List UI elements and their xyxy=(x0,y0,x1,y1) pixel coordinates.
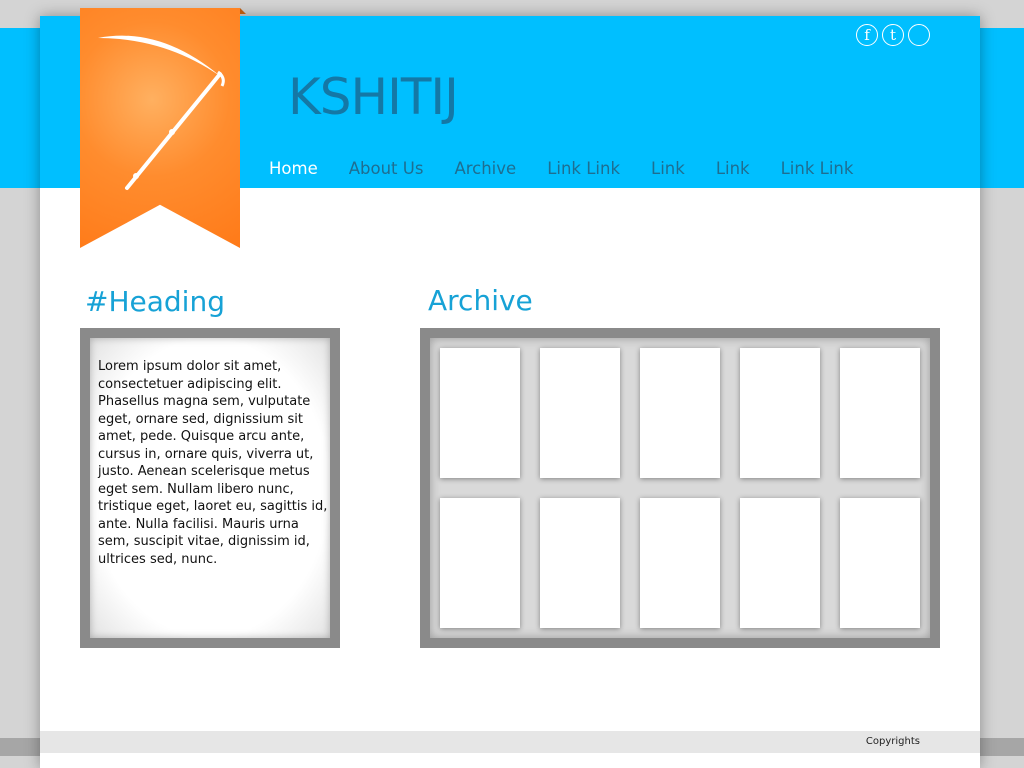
nav-item-link[interactable]: Link xyxy=(651,159,685,178)
nav-item-link-link[interactable]: Link Link xyxy=(781,159,854,178)
archive-grid xyxy=(430,338,930,638)
archive-card[interactable] xyxy=(540,498,620,628)
ribbon-fold xyxy=(240,8,246,14)
archive-card[interactable] xyxy=(840,348,920,478)
text-paper: Lorem ipsum dolor sit amet, consectetuer… xyxy=(90,338,330,638)
nav-item-link-link[interactable]: Link Link xyxy=(547,159,620,178)
archive-card[interactable] xyxy=(540,348,620,478)
archive-card[interactable] xyxy=(440,348,520,478)
archive-card[interactable] xyxy=(640,348,720,478)
archive-card[interactable] xyxy=(840,498,920,628)
main-nav: Home About Us Archive Link Link Link Lin… xyxy=(269,159,884,178)
left-section-heading: #Heading xyxy=(85,285,225,318)
text-panel: Lorem ipsum dolor sit amet, consectetuer… xyxy=(80,328,340,648)
facebook-icon[interactable]: f xyxy=(856,24,878,46)
site-footer: Copyrights xyxy=(40,731,980,753)
archive-card[interactable] xyxy=(640,498,720,628)
archive-panel xyxy=(420,328,940,648)
nav-item-about-us[interactable]: About Us xyxy=(349,159,424,178)
twitter-icon[interactable]: t xyxy=(882,24,904,46)
nav-item-link[interactable]: Link xyxy=(716,159,750,178)
copyright-text: Copyrights xyxy=(865,736,920,747)
body-text: Lorem ipsum dolor sit amet, consectetuer… xyxy=(98,359,328,567)
nav-item-home[interactable]: Home xyxy=(269,159,318,178)
archive-card[interactable] xyxy=(740,498,820,628)
social-links: f t xyxy=(856,24,930,46)
archive-card[interactable] xyxy=(740,348,820,478)
archive-card[interactable] xyxy=(440,498,520,628)
nav-item-archive[interactable]: Archive xyxy=(454,159,516,178)
archive-heading: Archive xyxy=(428,284,533,317)
site-title: KSHITIJ xyxy=(288,68,459,126)
social-icon[interactable] xyxy=(908,24,930,46)
